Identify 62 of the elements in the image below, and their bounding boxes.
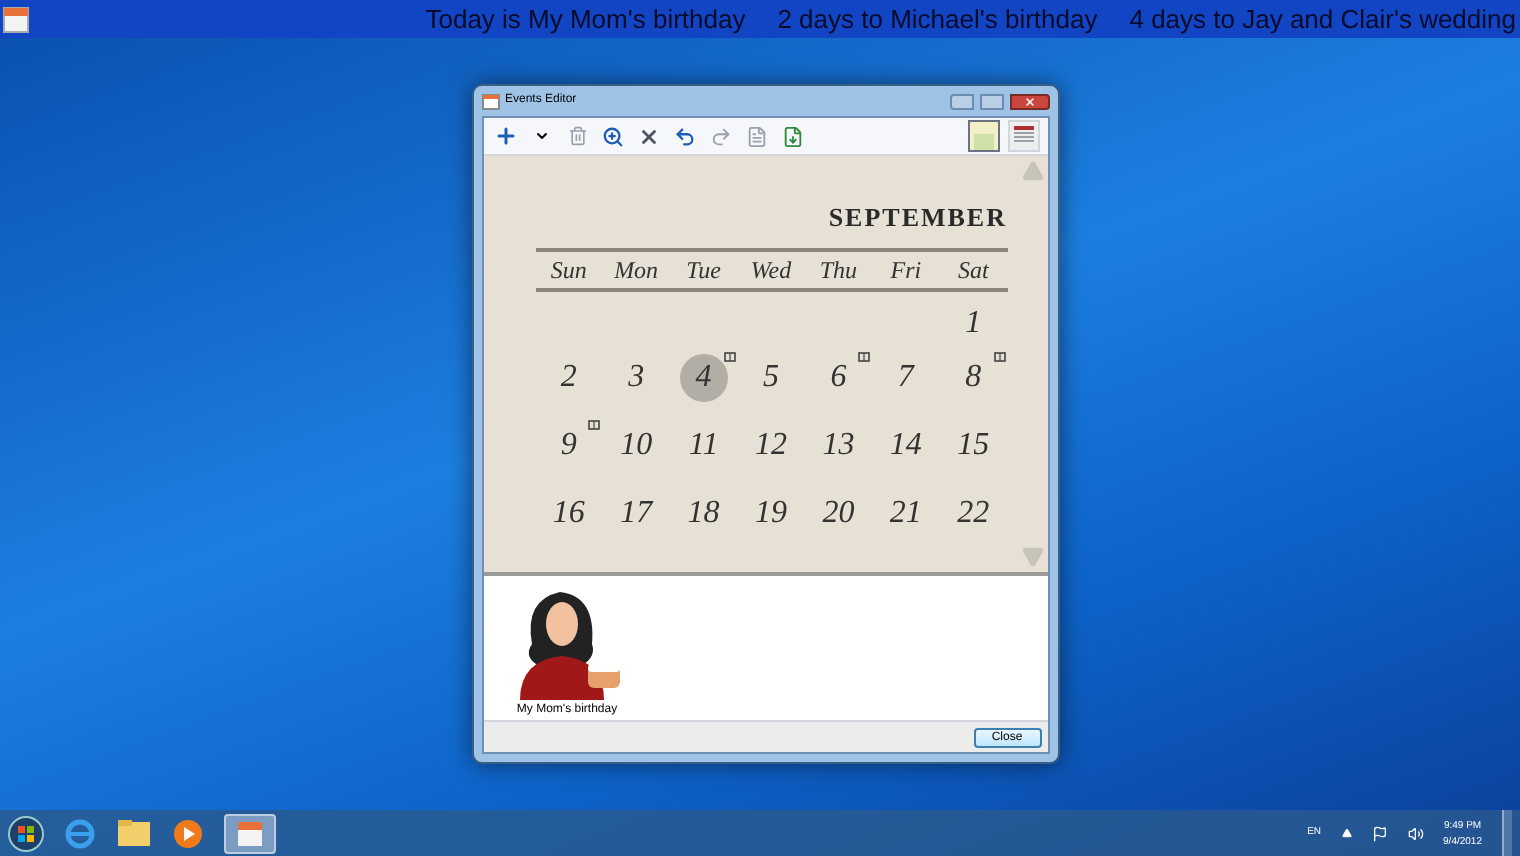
zoom-button[interactable] (599, 122, 627, 150)
weekday-label: Thu (817, 253, 860, 287)
weekday-label: Tue (684, 253, 723, 287)
weekday-label: Mon (612, 253, 661, 287)
calendar-icon (2, 5, 30, 33)
media-player-icon[interactable] (172, 817, 204, 849)
start-button[interactable] (8, 815, 44, 851)
calendar-day[interactable]: 8 (949, 353, 998, 401)
month-title: SEPTEMBER (828, 200, 1007, 236)
list-view-button[interactable] (1007, 120, 1039, 152)
plus-icon (493, 124, 517, 148)
calendar-icon (236, 819, 264, 847)
gift-icon (858, 349, 871, 361)
weekday-label: Fri (888, 253, 924, 287)
export-button[interactable] (779, 122, 807, 150)
ticker-message: 4 days to Jay and Clair's wedding (1129, 1, 1516, 38)
folder-icon[interactable] (116, 818, 152, 848)
caret-icon (533, 128, 549, 144)
ticker-message: 2 days to Michael's birthday (777, 1, 1098, 38)
volume-icon[interactable] (1407, 825, 1424, 841)
calendar-day[interactable]: 7 (881, 353, 930, 401)
calendar-day[interactable]: 10 (612, 421, 661, 469)
calendar-day[interactable]: 2 (544, 353, 593, 401)
month-view-button[interactable] (967, 120, 999, 152)
calendar-day[interactable]: 9 (544, 421, 593, 469)
gift-icon (993, 349, 1006, 361)
weekday-label: Sat (955, 253, 991, 287)
calendar-taskbar-button[interactable] (224, 813, 276, 853)
calendar-day[interactable]: 15 (949, 421, 998, 469)
calendar-day[interactable]: 20 (814, 489, 863, 537)
calendar-day[interactable]: 12 (746, 421, 795, 469)
document-icon (746, 125, 768, 147)
undo-button[interactable] (671, 122, 699, 150)
close-icon (1023, 95, 1035, 107)
calendar-day[interactable]: 11 (679, 421, 728, 469)
weekday-label: Sun (548, 253, 589, 287)
gift-icon (588, 417, 601, 429)
calendar-day[interactable]: 13 (814, 421, 863, 469)
calendar-day[interactable]: 22 (949, 489, 998, 537)
close-window-button[interactable] (1009, 93, 1049, 109)
calendar-day[interactable]: 3 (612, 353, 661, 401)
app-icon (481, 93, 499, 109)
calendar-day[interactable]: 17 (612, 489, 661, 537)
tray-arrow-icon[interactable] (1341, 828, 1352, 838)
file-download-icon (782, 125, 804, 147)
calendar-day[interactable]: 5 (746, 353, 795, 401)
calendar-day[interactable]: 21 (881, 489, 930, 537)
gift-icon (723, 349, 736, 361)
ticker-message: Today is My Mom's birthday (425, 1, 746, 38)
calendar-day[interactable]: 14 (881, 421, 930, 469)
undo-icon (674, 125, 696, 147)
calendar-day[interactable]: 19 (746, 489, 795, 537)
calendar-day[interactable]: 18 (679, 489, 728, 537)
weekday-label: Wed (748, 253, 794, 287)
trash-icon (567, 126, 587, 146)
flag-icon[interactable] (1371, 825, 1388, 841)
redo-icon (710, 125, 732, 147)
calendar-day[interactable]: 16 (544, 489, 593, 537)
zoom-in-icon (602, 125, 624, 147)
calendar-day[interactable]: 6 (814, 353, 863, 401)
calendar-day[interactable]: 1 (949, 299, 998, 347)
close-icon (638, 125, 660, 147)
